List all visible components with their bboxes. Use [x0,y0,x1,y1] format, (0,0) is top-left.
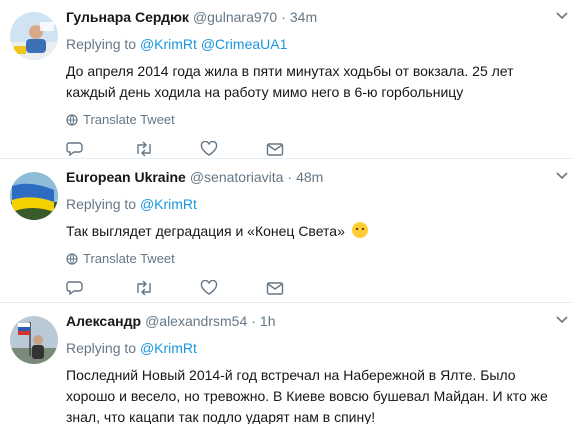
retweet-button[interactable] [134,141,200,157]
avatar[interactable] [10,316,58,364]
translate-tweet[interactable]: Translate Tweet [66,251,558,266]
separator: · [287,169,293,185]
user-handle[interactable]: @senatoriavita [190,168,284,186]
tweet-1[interactable]: Гульнара Сердюк @gulnara970 · 34m Replyi… [0,0,572,159]
reply-button[interactable] [66,141,134,157]
replying-label: Replying to [66,36,137,52]
tweet-text: До апреля 2014 года жила в пяти минутах … [66,63,514,100]
mention-link[interactable]: @KrimRt [140,36,197,52]
dm-icon [266,143,284,156]
replying-to: Replying to @KrimRt @CrimeaUA1 [66,35,558,53]
speechless-emoji-icon [351,222,368,238]
retweet-button[interactable] [134,280,200,296]
caret-down-icon[interactable] [556,172,568,180]
timestamp[interactable]: 1h [260,312,276,330]
retweet-icon [137,280,151,296]
tweet-actions [66,280,558,296]
separator: · [281,9,286,25]
avatar[interactable] [10,172,58,220]
translate-tweet[interactable]: Translate Tweet [66,112,558,127]
translate-label: Translate Tweet [83,112,175,127]
like-icon [200,280,218,295]
display-name[interactable]: European Ukraine [66,168,186,186]
user-handle[interactable]: @gulnara970 [193,8,277,26]
timestamp[interactable]: 34m [290,8,317,26]
globe-icon [66,113,78,126]
replying-to: Replying to @KrimRt [66,339,558,357]
like-icon [200,141,218,156]
replying-label: Replying to [66,196,137,212]
tweet-text: Последний Новый 2014-й год встречал на Н… [66,367,548,424]
like-button[interactable] [200,280,266,296]
tweet-3[interactable]: Александр @alexandrsm54 · 1h Replying to… [0,304,572,424]
timestamp[interactable]: 48m [296,168,323,186]
translate-label: Translate Tweet [83,251,175,266]
reply-icon [66,281,83,296]
globe-icon [66,252,78,265]
tweet-text: Так выглядет деградация и «Конец Света» [66,221,558,242]
reply-button[interactable] [66,280,134,296]
mention-link[interactable]: @KrimRt [140,340,197,356]
dm-icon [266,282,284,295]
separator: · [251,313,256,329]
replying-to: Replying to @KrimRt [66,195,558,213]
mention-link[interactable]: @CrimeaUA1 [201,36,288,52]
tweet-text-body: Так выглядет деградация и «Конец Света» [66,223,345,239]
reply-icon [66,142,83,157]
caret-down-icon[interactable] [556,316,568,324]
mention-link[interactable]: @KrimRt [140,196,197,212]
avatar[interactable] [10,12,58,60]
like-button[interactable] [200,141,266,157]
user-handle[interactable]: @alexandrsm54 [145,312,247,330]
display-name[interactable]: Гульнара Сердюк [66,8,189,26]
replying-label: Replying to [66,340,137,356]
caret-down-icon[interactable] [556,12,568,20]
dm-button[interactable] [266,141,332,157]
dm-button[interactable] [266,280,332,296]
display-name[interactable]: Александр [66,312,141,330]
retweet-icon [137,141,151,157]
tweet-2[interactable]: European Ukraine @senatoriavita · 48m Re… [0,160,572,303]
tweet-actions [66,141,558,157]
